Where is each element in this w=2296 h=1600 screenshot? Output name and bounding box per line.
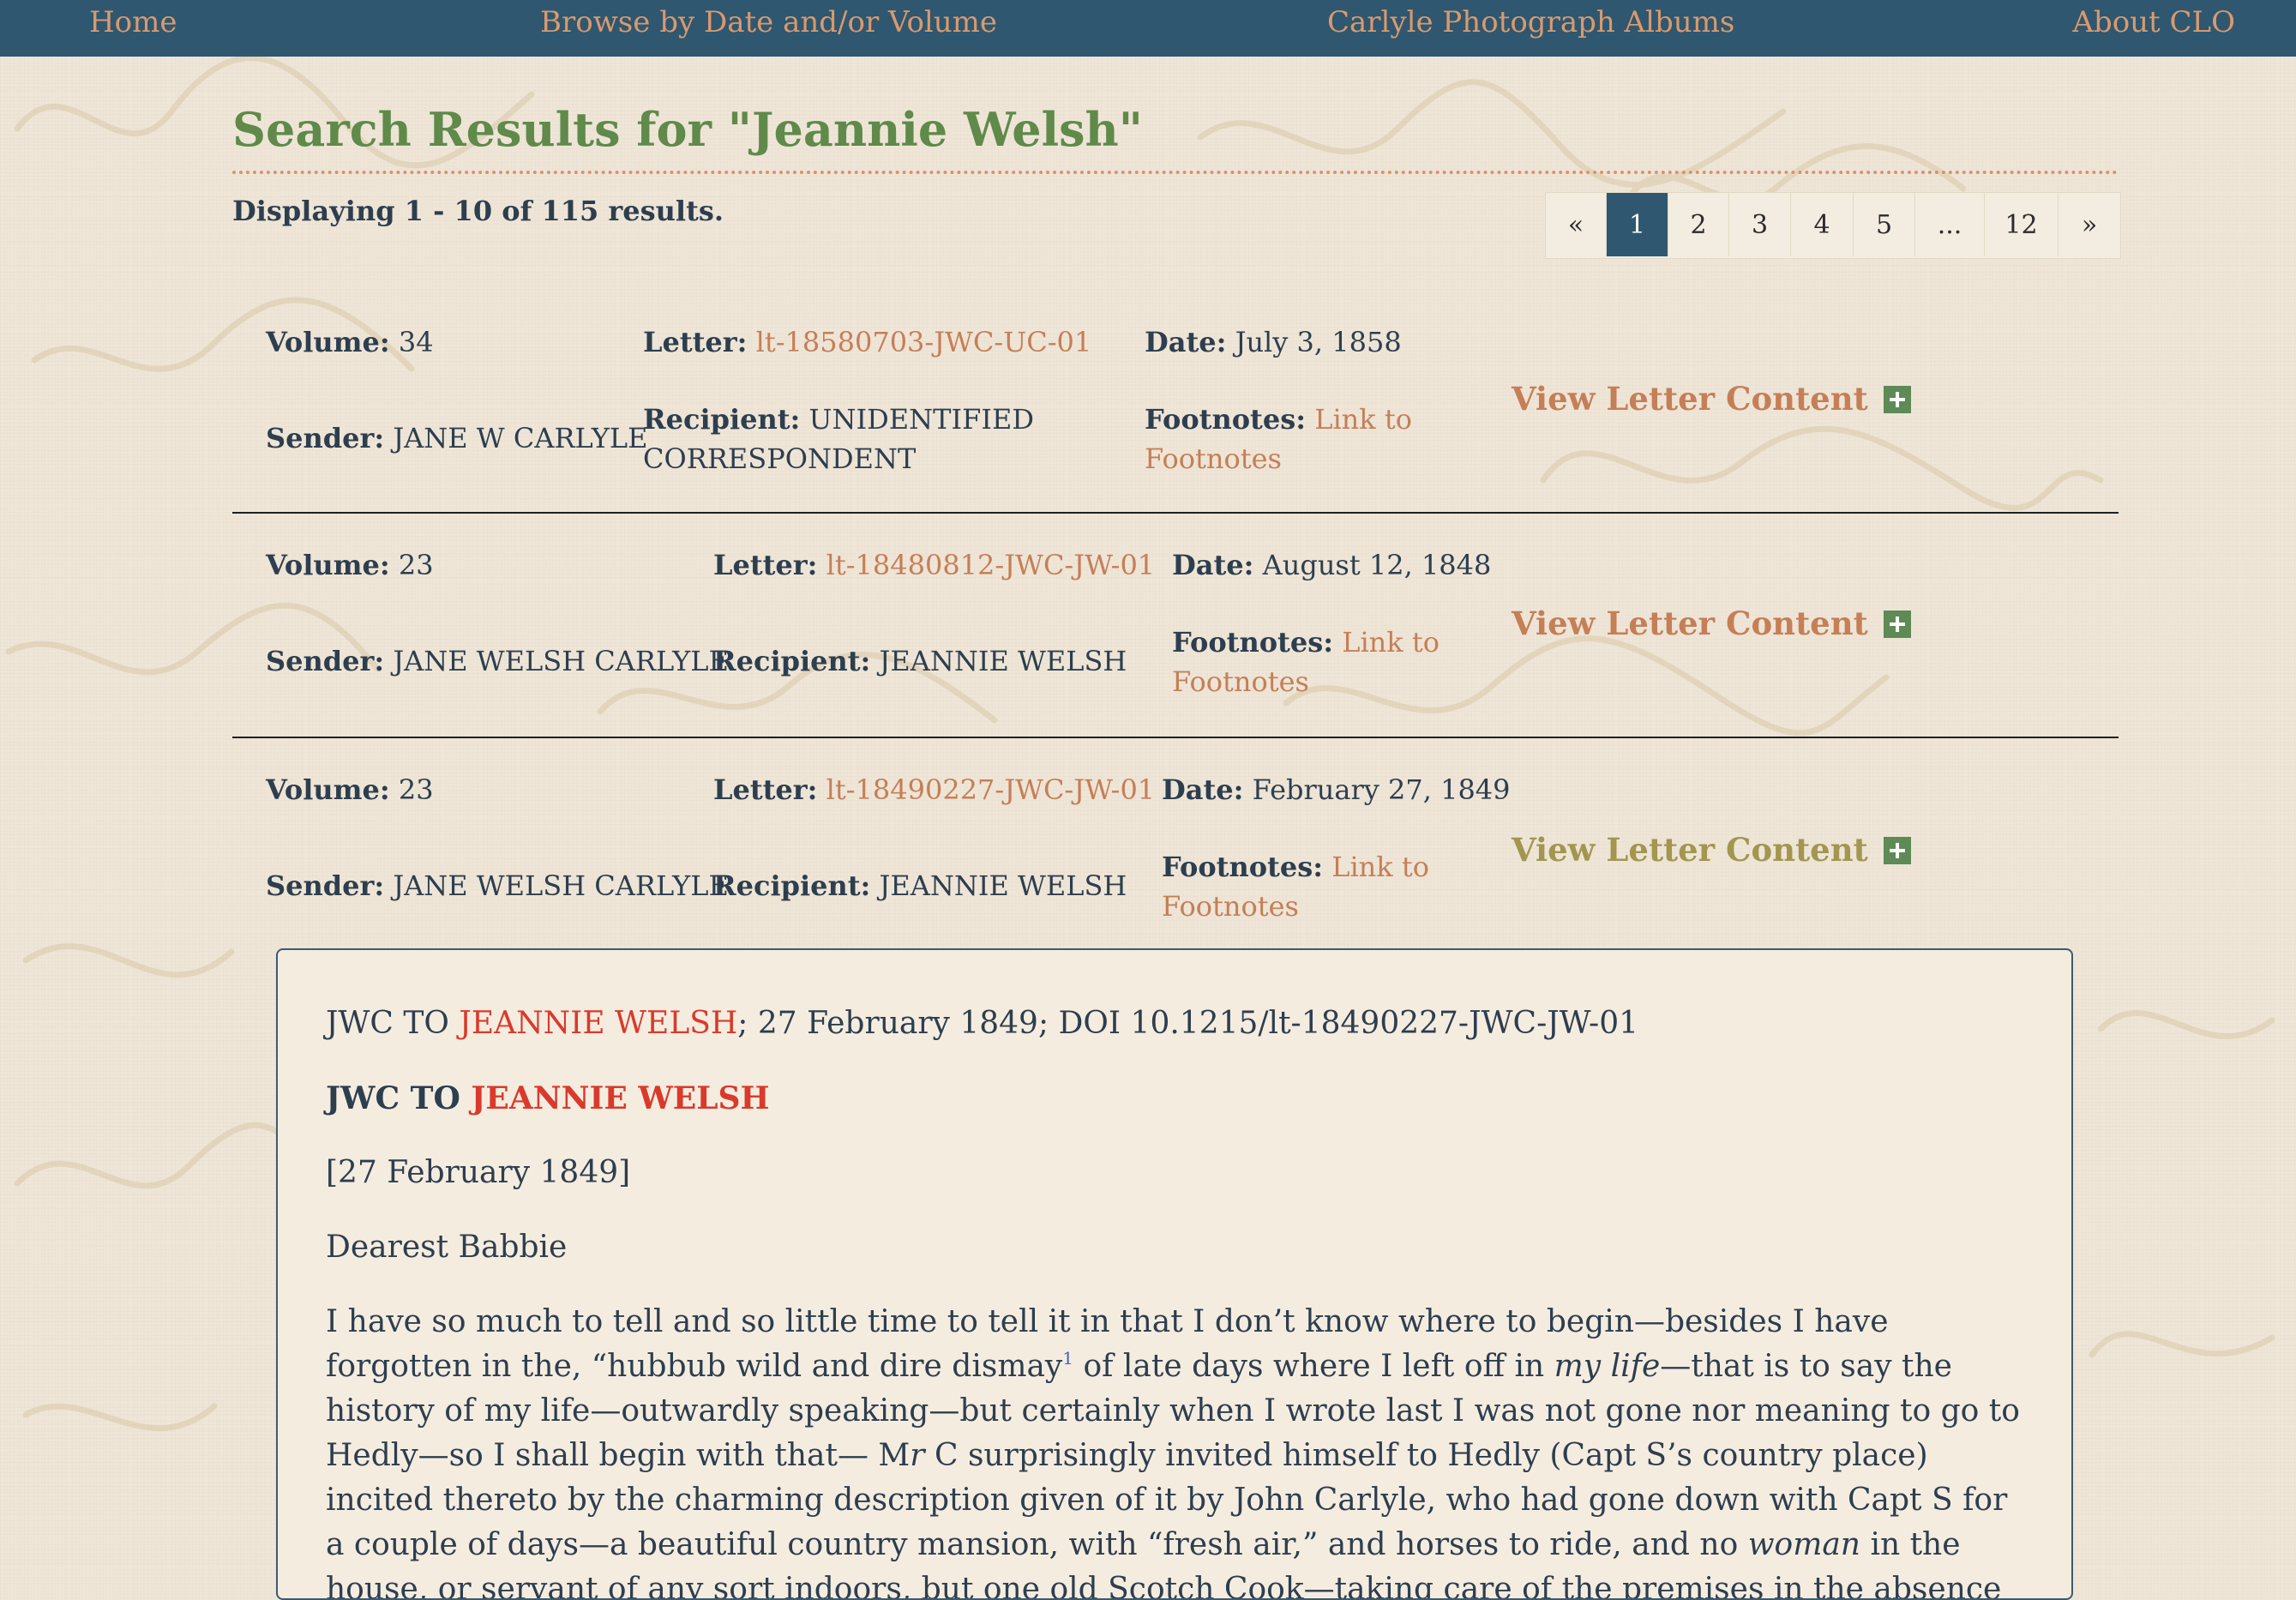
footnote-reference[interactable]: 1 (1062, 1348, 1073, 1368)
letter-date: [27 February 1849] (326, 1155, 631, 1190)
letter-field: Letter: lt-18490227-JWC-JW-01 (713, 773, 1156, 806)
expand-plus-icon (1883, 386, 1911, 413)
nav-photograph-albums-link[interactable]: Carlyle Photograph Albums (1327, 3, 1734, 41)
recipient-field: Recipient: JEANNIE WELSH (713, 645, 1127, 677)
result-row: Volume: 34 Letter: lt-18580703-JWC-UC-01… (232, 319, 2119, 516)
letter-heading: JWC TO JEANNIE WELSH (326, 1080, 770, 1116)
highlighted-recipient: JEANNIE WELSH (471, 1080, 770, 1116)
nav-home-link[interactable]: Home (89, 3, 177, 41)
view-letter-content-button[interactable]: View Letter Content (1512, 377, 1911, 420)
date-field: Date: February 27, 1849 (1162, 773, 1511, 806)
top-navigation-bar: Home Browse by Date and/or Volume Carlyl… (0, 0, 2296, 57)
result-divider (232, 737, 2119, 738)
pagination-next[interactable]: » (2059, 193, 2120, 256)
letter-body: I have so much to tell and so little tim… (326, 1304, 2020, 1600)
pagination-page-3[interactable]: 3 (1729, 193, 1791, 256)
date-field: Date: August 12, 1848 (1172, 549, 1492, 581)
highlighted-recipient: JEANNIE WELSH (459, 1006, 738, 1041)
pagination-page-2[interactable]: 2 (1668, 193, 1729, 256)
view-letter-content-button[interactable]: View Letter Content (1512, 828, 1911, 871)
letter-field: Letter: lt-18480812-JWC-JW-01 (713, 549, 1156, 581)
sender-field: Sender: JANE W CARLYLE (266, 422, 648, 454)
sender-field: Sender: JANE WELSH CARLYLE (266, 869, 729, 902)
letter-citation: JWC TO JEANNIE WELSH; 27 February 1849; … (326, 1006, 1639, 1041)
letter-id-link[interactable]: lt-18490227-JWC-JW-01 (826, 773, 1156, 806)
result-count: Displaying 1 - 10 of 115 results. (232, 195, 724, 227)
pagination: « 1 2 3 4 5 ... 12 » (1545, 192, 2121, 259)
view-letter-content-button[interactable]: View Letter Content (1512, 602, 1911, 645)
pagination-ellipsis: ... (1915, 193, 1985, 256)
volume-field: Volume: 34 (266, 326, 434, 358)
pagination-page-5[interactable]: 5 (1854, 193, 1915, 256)
volume-field: Volume: 23 (266, 773, 434, 806)
date-field: Date: July 3, 1858 (1145, 326, 1402, 358)
letter-field: Letter: lt-18580703-JWC-UC-01 (643, 326, 1092, 358)
letter-salutation: Dearest Babbie (326, 1230, 568, 1265)
pagination-page-12[interactable]: 12 (1985, 193, 2059, 256)
nav-browse-link[interactable]: Browse by Date and/or Volume (540, 3, 997, 41)
result-divider (232, 512, 2119, 514)
footnotes-field: Footnotes: Link to Footnotes (1145, 403, 1412, 475)
pagination-prev[interactable]: « (1546, 193, 1607, 256)
title-divider (232, 171, 2119, 174)
recipient-field: Recipient: UNIDENTIFIED CORRESPONDENT (643, 403, 1034, 475)
letter-id-link[interactable]: lt-18480812-JWC-JW-01 (826, 549, 1156, 581)
volume-field: Volume: 23 (266, 549, 434, 581)
page-title: Search Results for "Jeannie Welsh" (232, 102, 1143, 157)
pagination-page-1[interactable]: 1 (1607, 193, 1668, 256)
letter-id-link[interactable]: lt-18580703-JWC-UC-01 (756, 326, 1092, 358)
expand-plus-icon (1883, 611, 1911, 638)
sender-field: Sender: JANE WELSH CARLYLE (266, 645, 729, 677)
result-row: Volume: 23 Letter: lt-18490227-JWC-JW-01… (232, 770, 2119, 941)
footnotes-field: Footnotes: Link to Footnotes (1172, 626, 1440, 698)
recipient-field: Recipient: JEANNIE WELSH (713, 869, 1127, 902)
expand-plus-icon (1883, 837, 1911, 864)
nav-about-link[interactable]: About CLO (2072, 3, 2235, 41)
result-row: Volume: 23 Letter: lt-18480812-JWC-JW-01… (232, 545, 2119, 743)
letter-content-panel: JWC TO JEANNIE WELSH; 27 February 1849; … (276, 948, 2073, 1600)
footnotes-field: Footnotes: Link to Footnotes (1162, 851, 1429, 923)
pagination-page-4[interactable]: 4 (1791, 193, 1854, 256)
main-content: Search Results for "Jeannie Welsh" Displ… (0, 0, 2296, 1600)
